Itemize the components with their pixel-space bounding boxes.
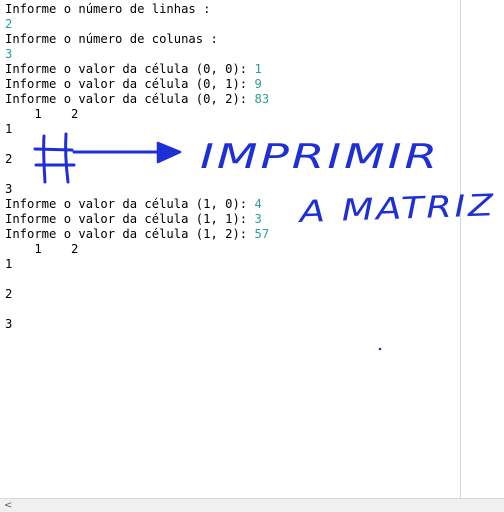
horizontal-scrollbar[interactable]: <: [0, 498, 504, 512]
ink-dot: [378, 347, 382, 351]
annotation-text-a-matriz: A MATRIZ: [297, 188, 497, 230]
annotation-text-imprimir: IMPRIMIR: [200, 137, 440, 177]
handwritten-annotation: IMPRIMIR A MATRIZ: [33, 132, 497, 351]
scroll-left-arrow-icon[interactable]: <: [4, 500, 12, 511]
hash-mark-right-stroke: [64, 132, 70, 184]
hash-mark-left-stroke: [42, 134, 47, 184]
hash-mark-top-bar: [33, 147, 74, 152]
